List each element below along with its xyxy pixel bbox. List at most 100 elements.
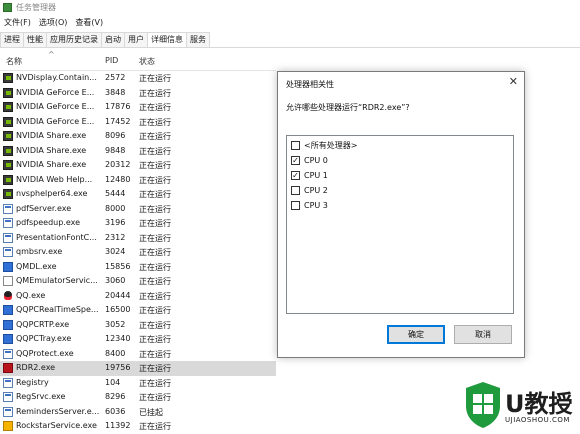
table-row[interactable]: NVIDIA Share.exe 8096 正在运行 xyxy=(0,129,276,144)
table-row[interactable]: QMDL.exe 15856 正在运行 xyxy=(0,260,276,275)
nvidia-icon xyxy=(3,73,13,83)
process-pid: 3196 xyxy=(105,218,126,227)
window-icon xyxy=(3,203,13,214)
table-row[interactable]: RockstarService.exe 11392 正在运行 xyxy=(0,419,276,434)
window-icon xyxy=(3,377,13,388)
window-icon xyxy=(3,218,13,228)
process-status: 正在运行 xyxy=(139,204,171,214)
process-status: 正在运行 xyxy=(139,88,171,98)
table-row[interactable]: QQProtect.exe 8400 正在运行 xyxy=(0,347,276,362)
process-name: NVIDIA Web Help... xyxy=(16,174,93,184)
process-pid: 6036 xyxy=(105,406,126,416)
unchecked-checkbox-icon[interactable] xyxy=(291,140,300,150)
cancel-button[interactable]: 取消 xyxy=(454,325,512,344)
process-pid: 9848 xyxy=(105,145,126,155)
unchecked-checkbox-icon[interactable] xyxy=(291,185,300,195)
tab-services[interactable]: 服务 xyxy=(186,32,210,47)
process-status: 正在运行 xyxy=(139,117,171,127)
process-pid: 19756 xyxy=(105,363,131,372)
processor-list: <所有处理器> ✓ CPU 0 ✓ CPU 1 CPU 2 CPU 3 xyxy=(286,135,514,314)
table-row[interactable]: NVIDIA Share.exe 9848 正在运行 xyxy=(0,144,276,159)
nvidia-icon xyxy=(3,87,13,98)
processor-item[interactable]: <所有处理器> xyxy=(291,138,357,152)
process-name: pdfServer.exe xyxy=(16,203,72,213)
rdr2-icon xyxy=(3,363,13,373)
blue-app-icon xyxy=(3,334,13,344)
processor-item[interactable]: CPU 2 xyxy=(291,183,328,197)
table-row[interactable]: NVIDIA GeForce E... 17452 正在运行 xyxy=(0,115,276,130)
menu-bar: 文件(F) 选项(O) 查看(V) xyxy=(0,15,107,29)
process-name: RegSrvc.exe xyxy=(16,392,66,401)
watermark: U教授 UJIAOSHOU.COM xyxy=(463,380,580,433)
process-status: 正在运行 xyxy=(139,422,171,431)
tab-startup[interactable]: 启动 xyxy=(101,32,125,47)
table-row[interactable]: qmbsrv.exe 3024 正在运行 xyxy=(0,245,276,260)
menu-file[interactable]: 文件(F) xyxy=(0,17,35,28)
ok-button[interactable]: 确定 xyxy=(387,325,445,344)
table-row[interactable]: NVDisplay.Contain... 2572 正在运行 xyxy=(0,71,276,86)
close-icon[interactable]: ✕ xyxy=(509,75,518,88)
column-header-name[interactable]: 名称 xyxy=(6,56,22,67)
process-pid: 2312 xyxy=(105,232,126,242)
process-name: NVIDIA Share.exe xyxy=(16,131,87,140)
title-bar: 任务管理器 xyxy=(0,0,580,14)
table-row[interactable]: Registry 104 正在运行 xyxy=(0,376,276,391)
process-name: Registry xyxy=(16,377,49,387)
process-pid: 20312 xyxy=(105,160,131,169)
process-status: 正在运行 xyxy=(139,364,171,373)
process-status: 正在运行 xyxy=(139,132,171,141)
table-row[interactable]: QMEmulatorServic... 3060 正在运行 xyxy=(0,274,276,289)
tab-processes[interactable]: 进程 xyxy=(0,32,24,47)
process-name: RemindersServer.e... xyxy=(16,406,100,416)
checked-checkbox-icon[interactable]: ✓ xyxy=(291,155,300,165)
process-name: pdfspeedup.exe xyxy=(16,218,81,227)
process-status: 正在运行 xyxy=(139,262,171,272)
tab-details[interactable]: 详细信息 xyxy=(147,32,187,47)
watermark-brand: U教授 xyxy=(505,390,573,418)
processor-affinity-dialog: 处理器相关性 ✕ 允许哪些处理器运行“RDR2.exe”? <所有处理器> ✓ CP… xyxy=(277,71,525,358)
process-status: 正在运行 xyxy=(139,349,171,359)
table-row[interactable]: pdfspeedup.exe 3196 正在运行 xyxy=(0,216,276,231)
process-pid: 3024 xyxy=(105,247,126,256)
table-row[interactable]: RemindersServer.e... 6036 已挂起 xyxy=(0,405,276,420)
tab-performance[interactable]: 性能 xyxy=(23,32,47,47)
table-row[interactable]: NVIDIA Share.exe 20312 正在运行 xyxy=(0,158,276,173)
tab-app-history[interactable]: 应用历史记录 xyxy=(46,32,102,47)
processor-item[interactable]: ✓ CPU 1 xyxy=(291,168,328,182)
table-row[interactable]: nvsphelper64.exe 5444 正在运行 xyxy=(0,187,276,202)
table-row[interactable]: QQPCTray.exe 12340 正在运行 xyxy=(0,332,276,347)
process-status: 正在运行 xyxy=(139,320,171,330)
process-name: NVIDIA Share.exe xyxy=(16,145,87,155)
process-status: 正在运行 xyxy=(139,103,171,112)
blue-app-icon xyxy=(3,319,13,330)
process-status: 正在运行 xyxy=(139,335,171,344)
process-pid: 11392 xyxy=(105,421,131,430)
unchecked-checkbox-icon[interactable] xyxy=(291,200,300,210)
table-row[interactable]: NVIDIA GeForce E... 3848 正在运行 xyxy=(0,86,276,101)
watermark-url: UJIAOSHOU.COM xyxy=(505,416,570,424)
table-row[interactable]: RegSrvc.exe 8296 正在运行 xyxy=(0,390,276,405)
process-name: QQPCRTP.exe xyxy=(16,319,70,329)
table-row[interactable]: NVIDIA Web Help... 12480 正在运行 xyxy=(0,173,276,188)
table-row[interactable]: RDR2.exe 19756 正在运行 xyxy=(0,361,276,376)
menu-options[interactable]: 选项(O) xyxy=(35,17,72,28)
checked-checkbox-icon[interactable]: ✓ xyxy=(291,170,300,180)
column-header-status[interactable]: 状态 xyxy=(139,56,155,67)
table-row[interactable]: QQPCRTP.exe 3052 正在运行 xyxy=(0,318,276,333)
table-row[interactable]: QQ.exe 20444 正在运行 xyxy=(0,289,276,304)
column-header-pid[interactable]: PID xyxy=(105,56,118,65)
table-row[interactable]: PresentationFontC... 2312 正在运行 xyxy=(0,231,276,246)
table-row[interactable]: NVIDIA GeForce E... 17876 正在运行 xyxy=(0,100,276,115)
table-row[interactable]: QQPCRealTimeSpe... 16500 正在运行 xyxy=(0,303,276,318)
window-title: 任务管理器 xyxy=(16,2,56,12)
processor-item[interactable]: CPU 3 xyxy=(291,198,328,212)
tab-users[interactable]: 用户 xyxy=(124,32,148,47)
menu-view[interactable]: 查看(V) xyxy=(71,17,107,28)
process-status: 正在运行 xyxy=(139,219,171,228)
process-table: ^ 名称 PID 状态 NVDisplay.Contain... 2572 正在运行… xyxy=(0,50,276,431)
table-row[interactable]: pdfServer.exe 8000 正在运行 xyxy=(0,202,276,217)
processor-item[interactable]: ✓ CPU 0 xyxy=(291,153,328,167)
process-name: qmbsrv.exe xyxy=(16,247,63,256)
process-name: NVDisplay.Contain... xyxy=(16,73,97,82)
shield-logo-icon xyxy=(466,382,500,428)
